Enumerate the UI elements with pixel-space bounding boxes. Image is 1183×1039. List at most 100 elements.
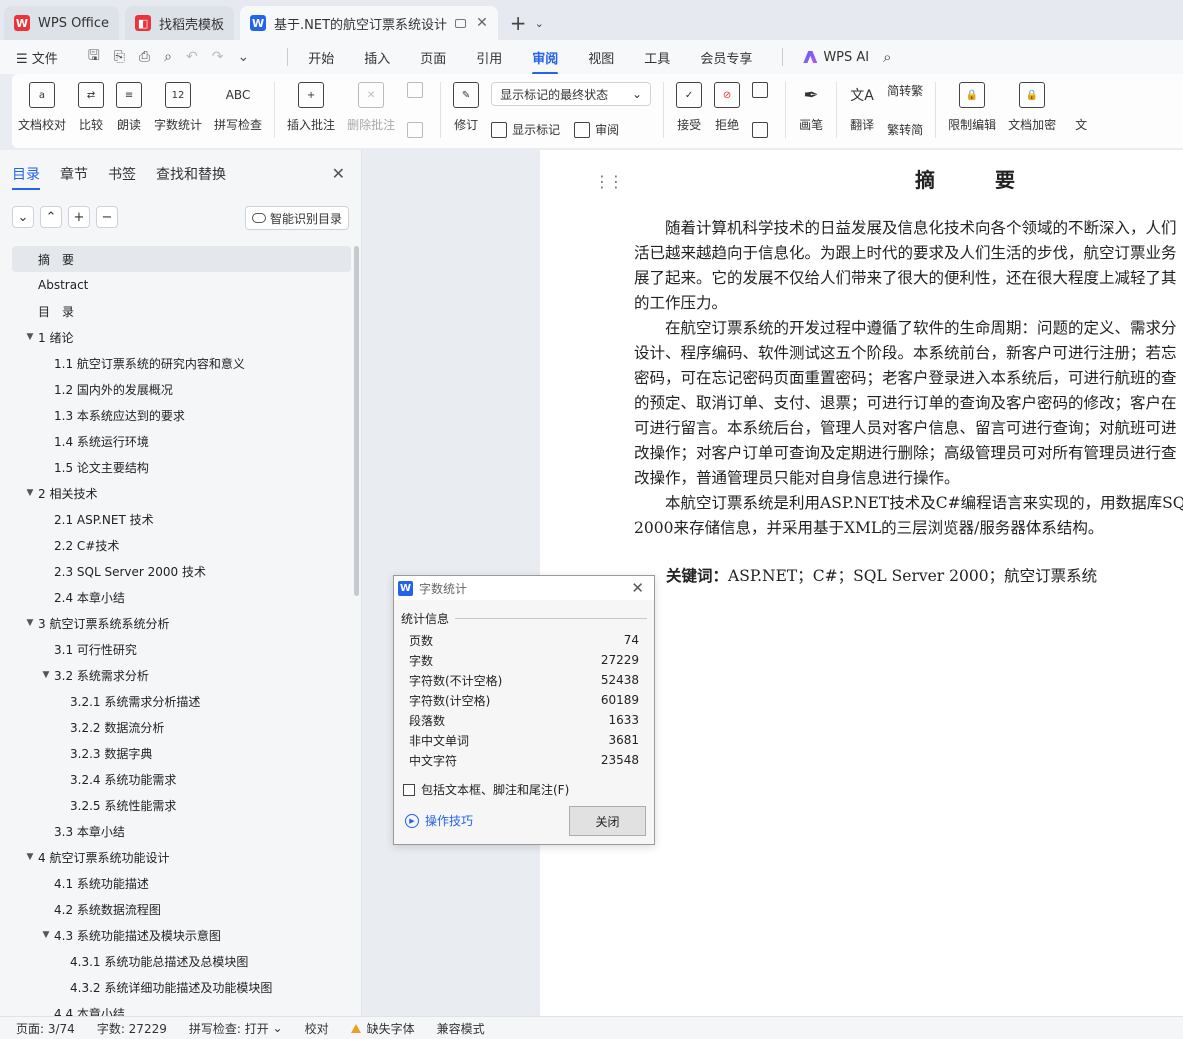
menu-member[interactable]: 会员专享 bbox=[700, 48, 752, 67]
word-count-indicator[interactable]: 字数: 27229 bbox=[97, 1020, 167, 1037]
toc-item[interactable]: 1.5 论文主要结构 bbox=[12, 454, 351, 480]
file-menu[interactable]: ☰ 文件 bbox=[16, 48, 58, 67]
expand-arrow-icon[interactable]: ▼ bbox=[22, 618, 38, 628]
compare-button[interactable]: ⇄ 比较 bbox=[78, 82, 105, 133]
doc-encrypt-button[interactable]: 🔒 文档加密 bbox=[1008, 82, 1056, 133]
checkbox-box[interactable] bbox=[403, 783, 415, 796]
print-icon[interactable]: ⎙ bbox=[139, 49, 150, 65]
toc-item[interactable]: 1.3 本系统应达到的要求 bbox=[12, 402, 351, 428]
toc-item[interactable]: 4.1 系统功能描述 bbox=[12, 870, 351, 896]
word-count-button[interactable]: 12 字数统计 bbox=[154, 82, 202, 133]
toc-item[interactable]: 摘 要 bbox=[12, 246, 351, 272]
redo-icon[interactable]: ↷ bbox=[212, 49, 224, 65]
wps-ai-button[interactable]: WPS AI bbox=[803, 50, 869, 65]
to-traditional-button[interactable]: 简转繁 bbox=[887, 82, 923, 99]
insert-comment-button[interactable]: + 插入批注 bbox=[287, 82, 335, 133]
menu-tools[interactable]: 工具 bbox=[644, 48, 670, 67]
toc-item[interactable]: 3.2.2 数据流分析 bbox=[12, 714, 351, 740]
toc-item[interactable]: 2.3 SQL Server 2000 技术 bbox=[12, 558, 351, 584]
toc-item[interactable]: 3.2.3 数据字典 bbox=[12, 740, 351, 766]
next-comment-button[interactable] bbox=[407, 122, 428, 138]
toc-item[interactable]: 4.3.2 系统详细功能描述及功能模块图 bbox=[12, 974, 351, 1000]
menu-start[interactable]: 开始 bbox=[308, 48, 334, 67]
menu-insert[interactable]: 插入 bbox=[364, 48, 390, 67]
chevron-down-icon[interactable]: ⌄ bbox=[535, 17, 544, 30]
page-indicator[interactable]: 页面: 3/74 bbox=[16, 1020, 75, 1037]
prev-comment-button[interactable] bbox=[407, 82, 428, 98]
more-chevron-icon[interactable]: ⌄ bbox=[237, 49, 249, 65]
toc-item[interactable]: 3.2.1 系统需求分析描述 bbox=[12, 688, 351, 714]
toc-item[interactable]: 2.1 ASP.NET 技术 bbox=[12, 506, 351, 532]
add-heading-button[interactable]: + bbox=[68, 206, 90, 228]
close-button[interactable]: 关闭 bbox=[569, 806, 646, 836]
prev-change-button[interactable] bbox=[752, 82, 773, 98]
toc-item[interactable]: 2.4 本章小结 bbox=[12, 584, 351, 610]
pen-button[interactable]: ✒ 画笔 bbox=[798, 82, 824, 133]
toc-item[interactable]: 1.4 系统运行环境 bbox=[12, 428, 351, 454]
toc-item[interactable]: ▼ 1 绪论 bbox=[12, 324, 351, 350]
expand-arrow-icon[interactable]: ▼ bbox=[22, 488, 38, 498]
doc-more-button[interactable]: 文 bbox=[1068, 82, 1094, 133]
toc-item[interactable]: 4.3.1 系统功能总描述及总模块图 bbox=[12, 948, 351, 974]
accept-button[interactable]: ✓ 接受 bbox=[676, 82, 703, 133]
tips-link[interactable]: ▶ 操作技巧 bbox=[405, 812, 473, 829]
dialog-title-bar[interactable]: W 字数统计 ✕ bbox=[394, 576, 654, 600]
spell-check-status[interactable]: 拼写检查: 打开 ⌄ bbox=[189, 1020, 283, 1037]
print-preview-icon[interactable]: ⌕ bbox=[164, 49, 172, 65]
doc-check-button[interactable]: a 文档校对 bbox=[18, 82, 66, 133]
to-simplified-button[interactable]: 繁转简 bbox=[887, 121, 923, 138]
toc-item[interactable]: 3.1 可行性研究 bbox=[12, 636, 351, 662]
revise-button[interactable]: ✎ 修订 bbox=[453, 82, 480, 133]
undo-icon[interactable]: ↶ bbox=[186, 49, 198, 65]
search-icon[interactable]: ⌕ bbox=[883, 48, 891, 66]
missing-font-status[interactable]: 缺失字体 bbox=[350, 1020, 415, 1037]
toc-item[interactable]: ▼ 3 航空订票系统系统分析 bbox=[12, 610, 351, 636]
toc-item[interactable]: 3.3 本章小结 bbox=[12, 818, 351, 844]
toc-item[interactable]: 1.1 航空订票系统的研究内容和意义 bbox=[12, 350, 351, 376]
close-dialog-icon[interactable]: ✕ bbox=[631, 579, 644, 597]
expand-arrow-icon[interactable]: ▼ bbox=[22, 852, 38, 862]
tab-docer[interactable]: ◧ 找稻壳模板 bbox=[125, 6, 235, 40]
translate-button[interactable]: 文A 翻译 bbox=[849, 82, 875, 133]
remove-heading-button[interactable]: − bbox=[96, 206, 118, 228]
toc-item[interactable]: Abstract bbox=[12, 272, 351, 298]
review-pane-button[interactable]: 审阅 bbox=[574, 121, 619, 138]
menu-reference[interactable]: 引用 bbox=[476, 48, 502, 67]
save-icon[interactable]: 🖫 bbox=[88, 45, 100, 69]
toc-item[interactable]: 3.2.4 系统功能需求 bbox=[12, 766, 351, 792]
tab-document[interactable]: W 基于.NET的航空订票系统设计 ✕ bbox=[240, 6, 498, 40]
tab-wps-office[interactable]: W WPS Office bbox=[4, 6, 120, 40]
read-aloud-button[interactable]: ≡ 朗读 bbox=[116, 82, 143, 133]
nav-tab-find-replace[interactable]: 查找和替换 bbox=[156, 164, 226, 190]
menu-view[interactable]: 视图 bbox=[588, 48, 614, 67]
toc-item[interactable]: ▼ 4 航空订票系统功能设计 bbox=[12, 844, 351, 870]
toc-item[interactable]: 3.2.5 系统性能需求 bbox=[12, 792, 351, 818]
expand-arrow-icon[interactable]: ▼ bbox=[38, 930, 54, 940]
toc-item[interactable]: 4.2 系统数据流程图 bbox=[12, 896, 351, 922]
menu-page[interactable]: 页面 bbox=[420, 48, 446, 67]
nav-tab-bookmarks[interactable]: 书签 bbox=[108, 164, 136, 190]
reject-button[interactable]: ⊘ 拒绝 bbox=[714, 82, 741, 133]
nav-tab-chapters[interactable]: 章节 bbox=[60, 164, 88, 190]
toc-item[interactable]: 目 录 bbox=[12, 298, 351, 324]
new-tab-button[interactable]: + ⌄ bbox=[510, 6, 544, 40]
toc-item[interactable]: ▼ 4.3 系统功能描述及模块示意图 bbox=[12, 922, 351, 948]
smart-toc-button[interactable]: 智能识别目录 bbox=[244, 206, 349, 230]
toc-item[interactable]: 1.2 国内外的发展概况 bbox=[12, 376, 351, 402]
show-markup-button[interactable]: 显示标记 bbox=[491, 121, 560, 138]
menu-review[interactable]: 审阅 bbox=[532, 48, 559, 75]
include-textbox-checkbox[interactable]: 包括文本框、脚注和尾注(F) bbox=[403, 781, 569, 798]
toc-item[interactable]: 2.2 C#技术 bbox=[12, 532, 351, 558]
collapse-up-button[interactable]: ⌃ bbox=[40, 206, 62, 228]
delete-comment-button[interactable]: ✕ 删除批注 bbox=[347, 82, 395, 133]
close-nav-icon[interactable]: ✕ bbox=[332, 164, 345, 183]
restrict-edit-button[interactable]: 🔒 限制编辑 bbox=[948, 82, 996, 133]
window-icon[interactable] bbox=[455, 18, 467, 28]
toc-item[interactable]: ▼ 3.2 系统需求分析 bbox=[12, 662, 351, 688]
expand-arrow-icon[interactable]: ▼ bbox=[38, 670, 54, 680]
nav-scrollbar[interactable] bbox=[354, 246, 359, 596]
close-tab-icon[interactable]: ✕ bbox=[476, 15, 488, 31]
drag-handle-icon[interactable]: ⋮⋮ bbox=[594, 172, 624, 191]
expand-down-button[interactable]: ⌄ bbox=[12, 206, 34, 228]
next-change-button[interactable] bbox=[752, 122, 773, 138]
